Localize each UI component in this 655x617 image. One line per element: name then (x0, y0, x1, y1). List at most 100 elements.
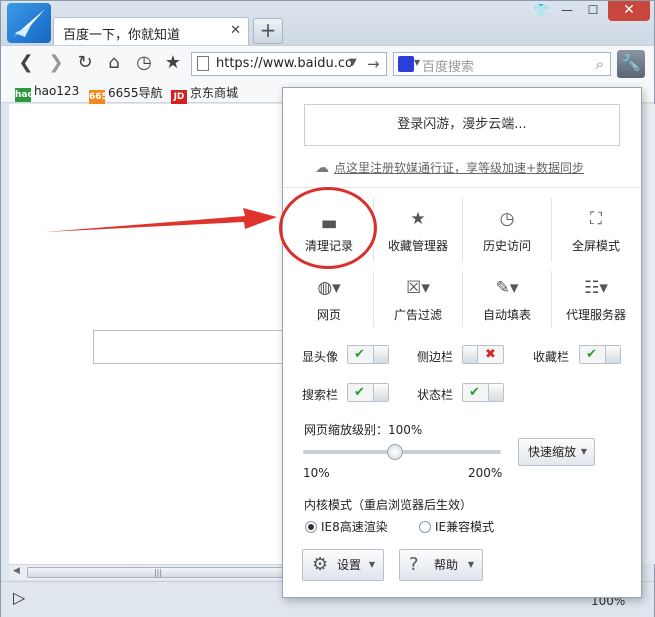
help-icon: ? (409, 554, 419, 575)
engine-dropdown-icon[interactable]: ▼ (414, 58, 420, 67)
autofill-button[interactable]: ✎▾ 自动填表 (463, 277, 551, 323)
toggle-label-favbar: 收藏栏 (533, 350, 570, 364)
toggle-label-searchbar: 搜索栏 (302, 388, 339, 402)
address-bar[interactable]: https://www.baidu.co (191, 52, 387, 76)
help-label: 帮助 (434, 558, 459, 572)
annotation-arrow-icon (45, 208, 277, 232)
proxy-icon: ☷▾ (584, 278, 608, 298)
tab-title: 百度一下，你就知道 (63, 28, 181, 43)
quick-zoom-label: 快速缩放 (528, 445, 577, 459)
scroll-left-icon[interactable]: ◀ (13, 566, 20, 576)
skin-icon[interactable]: 👕 (528, 1, 554, 21)
wrench-icon[interactable]: 🔧 (617, 50, 645, 78)
zoom-slider-knob[interactable] (387, 444, 403, 460)
login-button[interactable]: 登录闪游，漫步云端... (304, 104, 620, 146)
proxy-button[interactable]: ☷▾ 代理服务器 (552, 277, 640, 323)
annotation-circle (279, 187, 377, 269)
zoom-min-label: 10% (303, 466, 330, 480)
close-window-button[interactable]: ✕ (608, 1, 650, 21)
settings-label: 设置 (337, 558, 362, 572)
panel-account-section: 登录闪游，漫步云端... ☁ 点这里注册软媒通行证，享等级加速+数据同步 (283, 88, 641, 188)
settings-button[interactable]: ⚙ 设置 ▼ (302, 549, 384, 581)
fullscreen-button[interactable]: ⛶ 全屏模式 (552, 208, 640, 254)
chevron-down-icon: ▼ (368, 560, 375, 569)
hao123-icon: hao (15, 88, 34, 102)
radio-dot (419, 521, 431, 533)
search-box[interactable]: ▼ 百度搜索 ⌕ (393, 52, 611, 76)
tools-menu-panel: 登录闪游，漫步云端... ☁ 点这里注册软媒通行证，享等级加速+数据同步 ▃ 清理… (282, 87, 642, 598)
bookmark-jd[interactable]: JD 京东商城 (171, 84, 238, 104)
zoom-max-label: 200% (468, 466, 503, 480)
chevron-down-icon: ▼ (467, 560, 474, 569)
favbar-toggle[interactable]: ✔ (579, 345, 621, 364)
check-icon: ✔ (354, 385, 365, 400)
address-dropdown-icon[interactable]: ▼ (349, 57, 357, 68)
toggle-knob (373, 384, 388, 401)
register-link[interactable]: ☁ 点这里注册软媒通行证，享等级加速+数据同步 (315, 159, 584, 176)
autofill-icon: ✎▾ (495, 278, 519, 298)
nav-toolbar: ❮ ❯ ↻ ⌂ ◷ ★ https://www.baidu.co ▼ → ▼ 百… (1, 45, 654, 81)
refresh-icon[interactable]: ↻ (74, 53, 96, 75)
history-button[interactable]: ◷ 历史访问 (463, 208, 551, 254)
tab-baidu[interactable]: 百度一下，你就知道 ✕ (53, 17, 249, 45)
vertical-scrollbar[interactable] (641, 104, 655, 564)
statusbar-toggle[interactable]: ✔ (462, 383, 504, 402)
toggle-label-statusbar: 状态栏 (417, 388, 454, 402)
app-logo-icon (7, 3, 51, 43)
radio-dot (305, 521, 317, 533)
title-bar: 百度一下，你就知道 ✕ + 👕 — ☐ ✕ (1, 1, 654, 45)
jd-icon: JD (171, 90, 187, 104)
fullscreen-icon: ⛶ (590, 209, 602, 229)
globe-icon: ◍▾ (317, 278, 341, 298)
6655-icon: 6655 (89, 90, 115, 104)
star-icon[interactable]: ★ (162, 53, 184, 75)
avatar-toggle[interactable]: ✔ (347, 345, 389, 364)
help-button[interactable]: ? 帮助 ▼ (399, 549, 483, 581)
bookmark-6655[interactable]: 66556655导航 (89, 84, 163, 104)
page-search-input[interactable] (93, 330, 293, 364)
cross-icon: ✖ (485, 347, 496, 362)
gear-icon: ⚙ (312, 554, 329, 575)
ad-filter-icon: ☒▾ (406, 278, 430, 298)
sidebar-toggle-icon[interactable]: ▷ (13, 588, 25, 607)
check-icon: ✔ (354, 347, 365, 362)
cloud-icon: ☁ (315, 160, 329, 176)
toggle-label-sidebar: 侧边栏 (417, 350, 454, 364)
minimize-button[interactable]: — (554, 1, 580, 21)
search-icon[interactable]: ⌕ (596, 55, 604, 73)
toggle-knob (463, 346, 478, 363)
close-tab-icon[interactable]: ✕ (230, 23, 241, 38)
sidebar-toggle[interactable]: ✖ (462, 345, 504, 364)
scroll-thumb[interactable]: ||| (27, 567, 289, 578)
chevron-down-icon: ▼ (580, 447, 587, 456)
bookmark-hao123[interactable]: haohao123 (15, 84, 79, 102)
favorites-manager-button[interactable]: ★ 收藏管理器 (374, 208, 462, 254)
url-text: https://www.baidu.co (216, 56, 353, 71)
maximize-button[interactable]: ☐ (580, 1, 606, 21)
baidu-paw-icon[interactable] (398, 56, 414, 72)
toggle-knob (488, 384, 503, 401)
check-icon: ✔ (586, 347, 597, 362)
forward-icon[interactable]: ❯ (45, 53, 67, 75)
back-icon[interactable]: ❮ (15, 53, 37, 75)
home-icon[interactable]: ⌂ (103, 53, 125, 75)
ad-filter-button[interactable]: ☒▾ 广告过滤 (374, 277, 462, 323)
check-icon: ✔ (469, 385, 480, 400)
history-icon[interactable]: ◷ (133, 53, 155, 75)
quick-zoom-button[interactable]: 快速缩放 ▼ (518, 438, 595, 466)
toggle-label-avatar: 显头像 (302, 350, 339, 364)
webpage-menu-button[interactable]: ◍▾ 网页 (285, 277, 373, 323)
search-placeholder: 百度搜索 (422, 60, 475, 75)
page-icon (197, 56, 209, 71)
go-arrow-icon[interactable]: → (367, 55, 380, 73)
favorites-icon: ★ (410, 209, 426, 229)
toggle-knob (373, 346, 388, 363)
browser-window: 百度一下，你就知道 ✕ + 👕 — ☐ ✕ ❮ ❯ ↻ ⌂ ◷ ★ https:… (0, 0, 655, 617)
radio-ie8-fast[interactable]: IE8高速渲染 (305, 518, 388, 535)
searchbar-toggle[interactable]: ✔ (347, 383, 389, 402)
radio-ie-compat[interactable]: IE兼容模式 (419, 518, 494, 535)
toggle-knob (605, 346, 620, 363)
zoom-level-label: 网页缩放级别：100% (304, 423, 423, 437)
new-tab-button[interactable]: + (253, 18, 283, 44)
kernel-mode-label: 内核模式（重启浏览器后生效） (304, 498, 473, 512)
